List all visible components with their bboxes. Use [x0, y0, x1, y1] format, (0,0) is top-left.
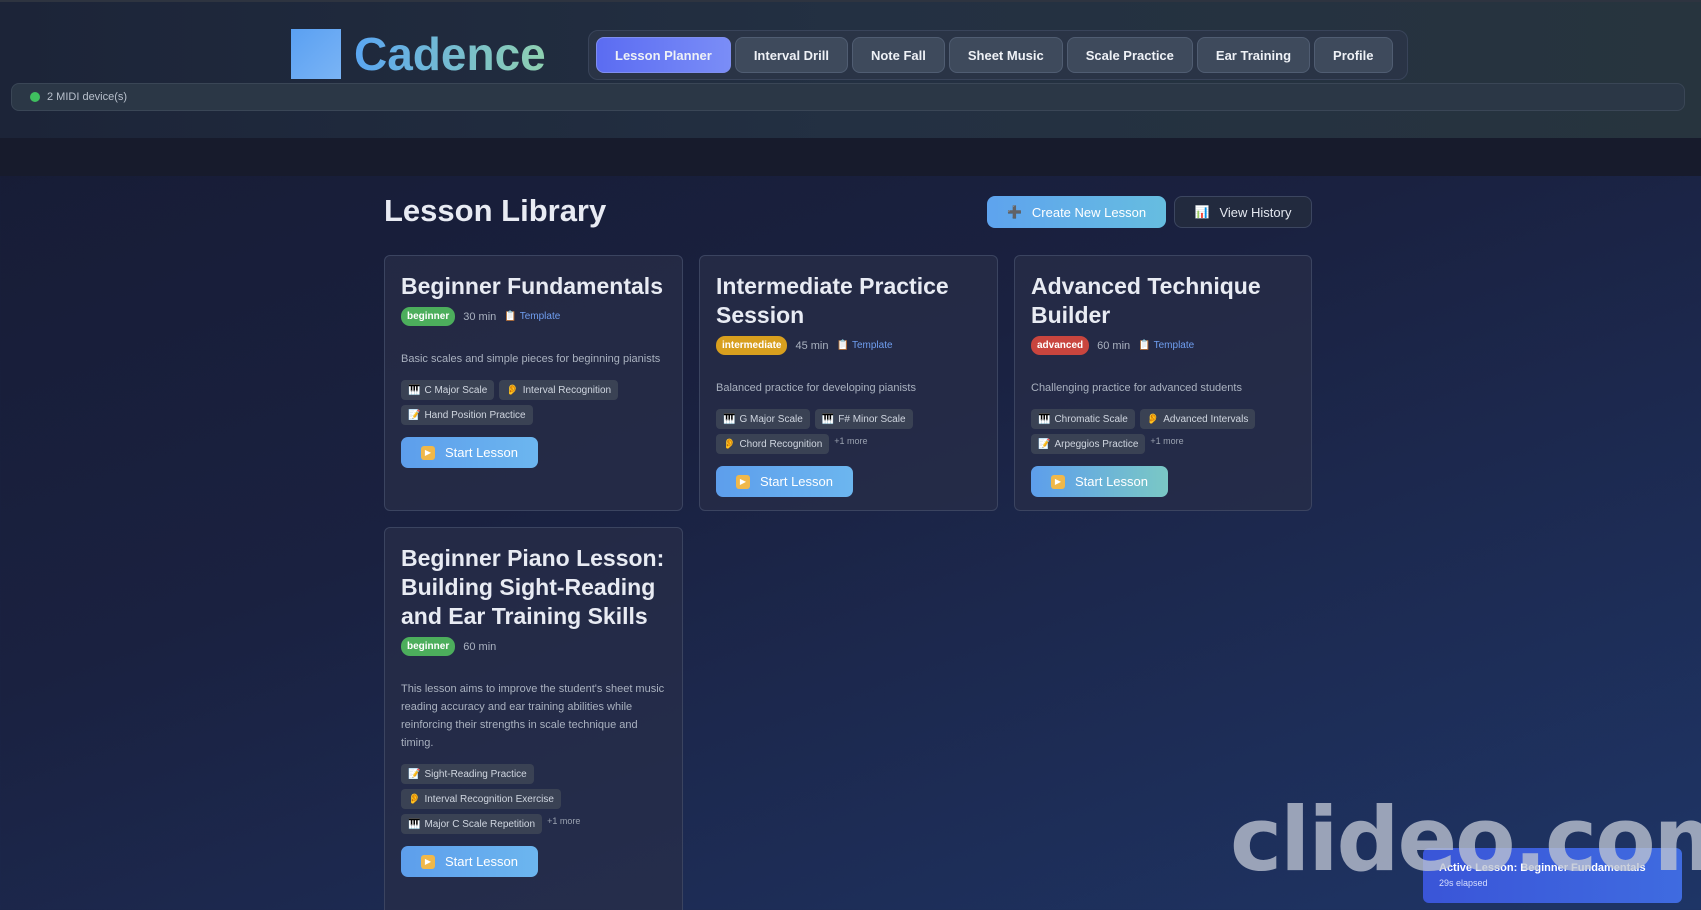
clipboard-icon: 📋	[504, 311, 517, 322]
play-icon: ▶	[421, 854, 435, 869]
status-dot-icon	[30, 92, 40, 102]
tab-ear-training[interactable]: Ear Training	[1196, 37, 1311, 73]
lesson-card: Advanced Technique Builder advanced 60 m…	[1014, 255, 1312, 511]
template-tag: 📋 Template	[836, 340, 893, 351]
ear-icon: 👂	[408, 793, 421, 805]
exercise-list: 🎹 Chromatic Scale 👂 Advanced Intervals 📝 Ar…	[1031, 409, 1295, 454]
create-new-lesson-label: Create New Lesson	[1031, 204, 1147, 220]
exercise-chip: 🎹 G Major Scale	[716, 409, 810, 429]
piano-icon: 🎹	[1038, 413, 1051, 425]
start-lesson-button[interactable]: ▶ Start Lesson	[401, 846, 538, 877]
lesson-duration: 30 min	[463, 310, 497, 323]
logo-icon	[291, 29, 341, 79]
bar-chart-icon: 📊	[1194, 205, 1210, 219]
memo-icon: 📝	[408, 768, 421, 780]
level-badge: beginner	[401, 637, 456, 656]
clipboard-icon: 📋	[836, 340, 849, 351]
lesson-description: Challenging practice for advanced studen…	[1031, 382, 1242, 394]
exercise-row: 🎹 Major C Scale Repetition +1 more	[401, 814, 580, 834]
level-badge: beginner	[401, 307, 456, 326]
lesson-card: Beginner Fundamentals beginner 30 min 📋 T…	[384, 255, 683, 511]
level-badge: advanced	[1031, 336, 1090, 355]
tab-note-fall[interactable]: Note Fall	[851, 37, 945, 73]
ear-icon: 👂	[506, 384, 519, 396]
template-tag: 📋 Template	[504, 311, 561, 322]
play-icon: ▶	[1051, 474, 1065, 489]
piano-icon: 🎹	[408, 818, 421, 830]
lesson-meta: intermediate 45 min 📋 Template	[716, 336, 981, 355]
plus-icon: ➕	[1006, 205, 1022, 219]
memo-icon: 📝	[1038, 438, 1051, 450]
exercise-chip: 👂 Interval Recognition Exercise	[401, 789, 561, 809]
exercise-chip: 👂 Chord Recognition	[716, 434, 830, 454]
more-exercises-count: +1 more	[547, 816, 581, 826]
exercise-chip: 🎹 Major C Scale Repetition	[401, 814, 543, 834]
header-divider-band	[0, 138, 1701, 176]
start-lesson-button[interactable]: ▶ Start Lesson	[716, 466, 853, 497]
lesson-meta: advanced 60 min 📋 Template	[1031, 336, 1295, 355]
tab-profile[interactable]: Profile	[1314, 37, 1393, 73]
memo-icon: 📝	[408, 409, 421, 421]
lesson-description: Basic scales and simple pieces for begin…	[401, 353, 661, 365]
midi-status-bar: 2 MIDI device(s)	[11, 83, 1685, 111]
piano-icon: 🎹	[723, 413, 736, 425]
lesson-description: This lesson aims to improve the student'…	[401, 683, 665, 749]
play-icon: ▶	[421, 445, 435, 460]
tab-scale-practice[interactable]: Scale Practice	[1066, 37, 1193, 73]
lesson-card: Intermediate Practice Session intermedia…	[699, 255, 998, 511]
template-tag: 📋 Template	[1138, 340, 1195, 351]
start-lesson-button[interactable]: ▶ Start Lesson	[1031, 466, 1168, 497]
exercise-chip: 📝 Arpeggios Practice	[1031, 434, 1146, 454]
tab-lesson-planner[interactable]: Lesson Planner	[596, 37, 731, 73]
more-exercises-count: +1 more	[1150, 436, 1184, 446]
tab-interval-drill[interactable]: Interval Drill	[734, 37, 848, 73]
exercise-chip: 🎹 C Major Scale	[401, 380, 495, 400]
exercise-chip: 👂 Interval Recognition	[499, 380, 619, 400]
level-badge: intermediate	[716, 336, 788, 355]
play-icon: ▶	[736, 474, 750, 489]
exercise-chip: 👂 Advanced Intervals	[1139, 409, 1256, 429]
midi-status-text: 2 MIDI device(s)	[47, 91, 128, 103]
view-history-button[interactable]: 📊 View History	[1174, 196, 1312, 228]
main-nav-tabs: Lesson Planner Interval Drill Note Fall …	[588, 30, 1408, 80]
app-title: Cadence	[354, 28, 546, 80]
start-lesson-button[interactable]: ▶ Start Lesson	[401, 437, 538, 468]
watermark-logo: clideo.com	[1230, 788, 1701, 891]
lesson-meta: beginner 60 min	[401, 637, 666, 656]
lesson-meta: beginner 30 min 📋 Template	[401, 307, 666, 326]
page-title: Lesson Library	[384, 193, 607, 228]
ear-icon: 👂	[1146, 413, 1160, 425]
exercise-list: 📝 Sight-Reading Practice 👂 Interval Recogn…	[401, 764, 666, 834]
lesson-description: Balanced practice for developing pianist…	[716, 382, 916, 394]
lesson-duration: 60 min	[1097, 339, 1131, 352]
exercise-chip: 🎹 F# Minor Scale	[814, 409, 913, 429]
exercise-chip: 📝 Sight-Reading Practice	[401, 764, 534, 784]
piano-icon: 🎹	[821, 413, 835, 425]
lesson-title: Beginner Fundamentals	[401, 273, 663, 299]
exercise-list: 🎹 G Major Scale 🎹 F# Minor Scale 👂 Chord Re…	[716, 409, 981, 454]
create-new-lesson-button[interactable]: ➕ Create New Lesson	[987, 196, 1166, 228]
exercise-chip: 🎹 Chromatic Scale	[1031, 409, 1135, 429]
lesson-duration: 45 min	[795, 339, 829, 352]
tab-sheet-music[interactable]: Sheet Music	[948, 37, 1063, 73]
lesson-card: Beginner Piano Lesson: Building Sight-Re…	[384, 527, 683, 910]
exercise-list: 🎹 C Major Scale 👂 Interval Recognition 📝 Ha…	[401, 380, 666, 425]
lesson-title: Advanced Technique Builder	[1031, 273, 1261, 328]
exercise-chip: 📝 Hand Position Practice	[401, 405, 533, 425]
more-exercises-count: +1 more	[834, 436, 868, 446]
lesson-title: Intermediate Practice Session	[716, 273, 949, 328]
lesson-duration: 60 min	[463, 640, 497, 653]
lesson-title: Beginner Piano Lesson: Building Sight-Re…	[401, 545, 665, 629]
clipboard-icon: 📋	[1138, 340, 1151, 351]
piano-icon: 🎹	[408, 384, 421, 396]
view-history-label: View History	[1219, 204, 1292, 220]
ear-icon: 👂	[723, 438, 736, 450]
